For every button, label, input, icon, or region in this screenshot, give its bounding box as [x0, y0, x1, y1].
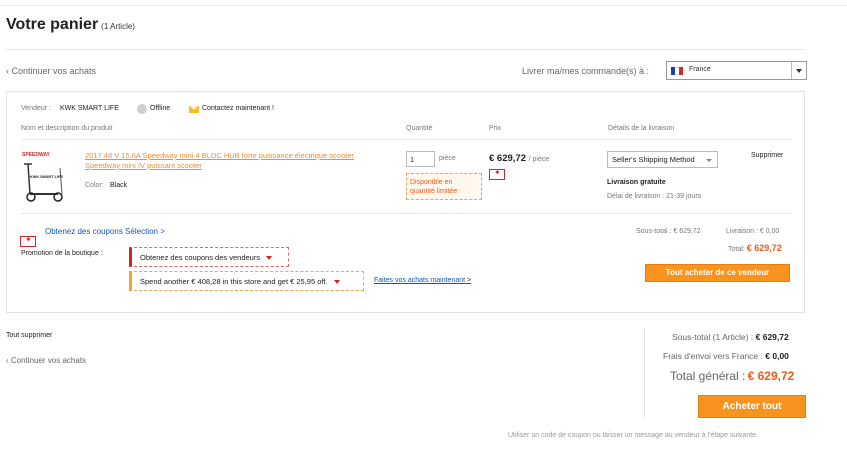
- color-label: Color:: [85, 182, 104, 189]
- store-promo-label: Promotion de la boutique :: [21, 250, 103, 257]
- selection-coupon-icon: [20, 235, 36, 247]
- page-title: Votre panier (1 Article): [6, 16, 135, 33]
- grand-total: Total général : € 629,72: [670, 369, 795, 383]
- summary-divider: [644, 328, 645, 418]
- selection-coupons-link[interactable]: Obtenez des coupons Sélection >: [45, 227, 165, 236]
- delivery-time: Délai de livraison : 21-39 jours: [607, 193, 702, 200]
- quantity-input[interactable]: 1: [406, 151, 435, 167]
- caret-down-icon: [333, 280, 340, 285]
- seller-label: Vendeur :: [21, 105, 51, 112]
- unit-price: € 629,72 / pièce: [489, 153, 550, 164]
- col-product-header: Nom et description du produit: [21, 125, 113, 132]
- seller-name-link[interactable]: KWK SMART LIFE: [60, 105, 119, 112]
- header-divider: [6, 49, 805, 50]
- col-delivery-header: Détails de la livraison: [608, 125, 675, 132]
- seller-subtotal: Sous-total : € 629,72: [636, 228, 701, 235]
- coupon-hint: Utiliser un code de coupon ou laisser un…: [508, 432, 758, 439]
- remove-item-link[interactable]: Supprimer: [751, 152, 783, 159]
- spend-offer-dropdown[interactable]: Spend another € 408,28 in this store and…: [129, 271, 364, 291]
- limited-stock-notice: Disponible en quantité limitée: [406, 173, 482, 200]
- product-image[interactable]: SPEEDWAY KWK SMART LIFE: [20, 150, 70, 205]
- color-value: Black: [110, 182, 128, 189]
- columns-divider: [21, 139, 792, 140]
- shipping-method-select[interactable]: Seller's Shipping Method: [607, 151, 718, 168]
- delete-all-link[interactable]: Tout supprimer: [6, 332, 52, 339]
- product-title-link[interactable]: 2017 48 V 15.6A Speedway mini 4 BLDC HUB…: [85, 151, 367, 171]
- top-divider: [0, 5, 847, 6]
- caret-down-icon: [266, 256, 273, 261]
- country-select[interactable]: France: [666, 61, 807, 80]
- buy-all-button[interactable]: Acheter tout: [698, 395, 806, 418]
- ship-to-label: Livrer ma/mes commande(s) à :: [522, 66, 650, 76]
- contact-seller-link[interactable]: Contactez maintenant !: [202, 105, 274, 112]
- seller-coupons-dropdown[interactable]: Obtenez des coupons des vendeurs: [129, 247, 289, 267]
- seller-status: Offline: [150, 105, 171, 112]
- continue-shopping-bottom-link[interactable]: ‹ Continuer vos achats: [6, 356, 86, 365]
- chevron-down-icon[interactable]: [791, 62, 806, 79]
- seller-shipping-cost: Livraison : € 0,00: [726, 228, 780, 235]
- mail-icon[interactable]: [189, 106, 199, 113]
- summary-subtotal: Sous-total (1 Article) : € 629,72: [672, 332, 789, 342]
- free-shipping-label: Livraison gratuite: [607, 179, 666, 186]
- product-logo: SPEEDWAY: [22, 152, 51, 158]
- france-flag-icon: [671, 67, 683, 75]
- item-divider: [21, 213, 792, 214]
- summary-shipping: Frais d'envoi vers France : € 0,00: [663, 351, 789, 361]
- seller-total: Total: € 629,72: [728, 243, 782, 253]
- continue-shopping-link[interactable]: ‹ Continuer vos achats: [6, 66, 96, 76]
- item-count: (1 Article): [101, 22, 135, 31]
- coupon-badge-icon: [489, 168, 505, 180]
- buy-seller-items-button[interactable]: Tout acheter de ce vendeur: [645, 264, 790, 282]
- country-value: France: [689, 66, 711, 73]
- chevron-down-icon: [706, 159, 712, 162]
- col-quantity-header: Quantité: [406, 125, 433, 132]
- offline-status-icon: [137, 104, 147, 114]
- product-image-caption: KWK SMART LIFE: [30, 175, 63, 179]
- shop-now-link[interactable]: Faites vos achats maintenant >: [374, 277, 471, 284]
- col-price-header: Prix: [489, 125, 502, 132]
- quantity-unit: pièce: [439, 155, 456, 162]
